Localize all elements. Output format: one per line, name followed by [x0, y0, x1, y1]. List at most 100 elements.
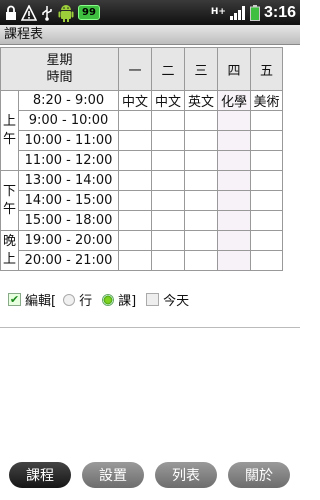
period-label-morning: 上午: [0, 90, 19, 171]
course-cell[interactable]: [250, 170, 284, 191]
course-cell[interactable]: [151, 130, 186, 151]
network-type-indicator: H+: [210, 7, 226, 17]
course-cell[interactable]: [151, 170, 186, 191]
radio-course-label: 課]: [118, 294, 137, 309]
header-corner: 星期 時間: [0, 47, 120, 91]
time-cell[interactable]: 20:00 - 21:00: [17, 250, 120, 271]
bottom-tab-bar: 課程 設置 列表 關於: [9, 462, 290, 488]
course-cell[interactable]: 中文: [118, 90, 153, 111]
schedule-row: 9:00 - 10:00: [1, 110, 284, 131]
edit-controls: ✔ 編輯[ 行 課] 今天: [8, 290, 189, 309]
app-title-bar: 課程表: [0, 25, 300, 45]
today-checkbox[interactable]: [146, 293, 160, 306]
tab-settings[interactable]: 設置: [82, 462, 144, 488]
course-cell[interactable]: 中文: [151, 90, 186, 111]
clock: 3:16: [263, 3, 296, 21]
course-cell[interactable]: [118, 150, 153, 171]
time-cell[interactable]: 14:00 - 15:00: [17, 190, 120, 211]
course-cell[interactable]: [217, 190, 252, 211]
lock-icon: [6, 5, 16, 20]
header-row: 星期 時間 一 二 三 四 五: [0, 47, 284, 91]
battery-level-badge: 99: [78, 5, 100, 20]
radio-row[interactable]: [63, 293, 76, 306]
course-cell[interactable]: [184, 230, 219, 251]
course-cell[interactable]: [250, 150, 284, 171]
course-cell[interactable]: [250, 190, 284, 211]
time-cell[interactable]: 13:00 - 14:00: [17, 170, 120, 191]
course-cell[interactable]: [118, 190, 153, 211]
header-week-label: 星期: [46, 53, 73, 68]
course-cell[interactable]: 化學: [217, 90, 252, 111]
course-cell[interactable]: [250, 130, 284, 151]
course-cell[interactable]: [184, 170, 219, 191]
day-header-wed: 三: [184, 47, 219, 91]
course-cell[interactable]: [118, 210, 153, 231]
course-cell[interactable]: [217, 130, 252, 151]
time-cell[interactable]: 9:00 - 10:00: [17, 110, 120, 131]
day-header-mon: 一: [118, 47, 153, 91]
time-cell[interactable]: 15:00 - 18:00: [17, 210, 120, 231]
schedule-row: 上午 8:20 - 9:00 中文 中文 英文 化學 美術: [0, 90, 284, 171]
edit-label: 編輯[: [25, 294, 57, 309]
time-cell[interactable]: 19:00 - 20:00: [17, 230, 120, 251]
course-cell[interactable]: [184, 110, 219, 131]
course-cell[interactable]: [118, 110, 153, 131]
radio-course[interactable]: [102, 293, 115, 306]
notification-icons: 99: [4, 2, 100, 23]
period-label-text: 晚上: [2, 233, 16, 267]
period-label-text: 下午: [2, 183, 16, 217]
course-cell[interactable]: [151, 190, 186, 211]
tab-about[interactable]: 關於: [228, 462, 290, 488]
course-cell[interactable]: [184, 210, 219, 231]
system-icons: H+ 3:16: [211, 2, 296, 23]
course-cell[interactable]: [184, 130, 219, 151]
course-cell[interactable]: [151, 250, 186, 271]
time-cell[interactable]: 8:20 - 9:00: [17, 90, 120, 111]
course-cell[interactable]: [217, 250, 252, 271]
course-cell[interactable]: [217, 150, 252, 171]
schedule-table: 星期 時間 一 二 三 四 五 上午 8:20 - 9:00 中文 中文 英文 …: [0, 47, 284, 271]
course-cell[interactable]: [217, 230, 252, 251]
course-cell[interactable]: [217, 110, 252, 131]
day-header-tue: 二: [151, 47, 186, 91]
course-cell[interactable]: [250, 110, 284, 131]
status-bar: 99 H+ 3:16: [0, 0, 300, 25]
course-cell[interactable]: [118, 230, 153, 251]
header-time-label: 時間: [46, 70, 73, 85]
warning-icon: [21, 4, 37, 21]
course-cell[interactable]: [184, 250, 219, 271]
time-cell[interactable]: 11:00 - 12:00: [17, 150, 120, 171]
period-label-text: 上午: [2, 113, 16, 147]
course-cell[interactable]: [151, 210, 186, 231]
tab-list[interactable]: 列表: [155, 462, 217, 488]
course-cell[interactable]: [184, 150, 219, 171]
course-cell[interactable]: [151, 230, 186, 251]
schedule-row: 10:00 - 11:00: [1, 130, 284, 151]
schedule-row: 15:00 - 18:00: [1, 210, 284, 231]
tab-schedule[interactable]: 課程: [9, 462, 71, 488]
app-title: 課程表: [4, 27, 44, 42]
course-cell[interactable]: [184, 190, 219, 211]
course-cell[interactable]: [250, 230, 284, 251]
radio-row-label: 行: [79, 294, 93, 309]
signal-strength-icon: [229, 5, 245, 20]
course-cell[interactable]: [217, 210, 252, 231]
period-label-evening: 晚上: [0, 230, 19, 271]
day-header-thu: 四: [217, 47, 252, 91]
course-cell[interactable]: [151, 110, 186, 131]
schedule-row: 晚上 19:00 - 20:00: [0, 230, 284, 271]
android-robot-icon: [58, 4, 74, 22]
usb-icon: [42, 5, 52, 21]
edit-checkbox[interactable]: ✔: [8, 293, 21, 306]
course-cell[interactable]: [118, 170, 153, 191]
course-cell[interactable]: [250, 210, 284, 231]
course-cell[interactable]: 美術: [250, 90, 284, 111]
course-cell[interactable]: [118, 250, 153, 271]
today-label: 今天: [163, 294, 190, 309]
time-cell[interactable]: 10:00 - 11:00: [17, 130, 120, 151]
course-cell[interactable]: [118, 130, 153, 151]
course-cell[interactable]: 英文: [184, 90, 219, 111]
course-cell[interactable]: [151, 150, 186, 171]
course-cell[interactable]: [217, 170, 252, 191]
course-cell[interactable]: [250, 250, 284, 271]
